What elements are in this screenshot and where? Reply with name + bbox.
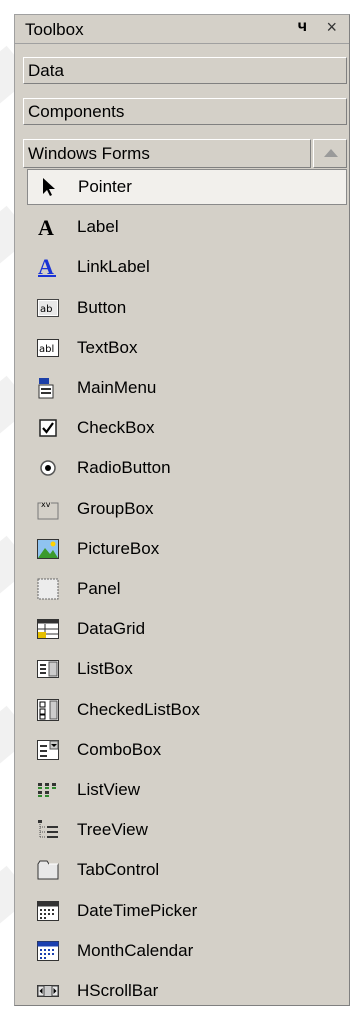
- toolbox-item-button[interactable]: ab Button: [27, 290, 343, 326]
- checkbox-icon: [37, 417, 59, 439]
- toolbox-item-label: RadioButton: [77, 458, 171, 478]
- toolbox-item-label: TextBox: [77, 337, 138, 357]
- pin-icon[interactable]: ч: [298, 18, 307, 36]
- toolbox-item-pointer[interactable]: Pointer: [27, 169, 347, 205]
- toolbox-item-label: TreeView: [77, 820, 148, 840]
- label-icon: A: [37, 216, 59, 238]
- toolbox-item-label: PictureBox: [77, 538, 160, 558]
- toolbox-item-tabcontrol[interactable]: TabControl: [27, 852, 343, 888]
- picturebox-icon: [37, 538, 59, 560]
- toolbox-item-monthcalendar[interactable]: MonthCalendar: [27, 933, 343, 969]
- toolbox-item-treeview[interactable]: TreeView: [27, 812, 343, 848]
- svg-text:ab: ab: [40, 304, 52, 315]
- close-icon[interactable]: ×: [326, 17, 337, 38]
- toolbox-item-picturebox[interactable]: PictureBox: [27, 531, 343, 567]
- listview-icon: [37, 779, 59, 801]
- svg-text:A: A: [38, 216, 54, 238]
- checkedlistbox-icon: [37, 698, 59, 721]
- svg-text:abl: abl: [39, 344, 54, 355]
- toolbox-item-label: ListBox: [77, 659, 133, 679]
- toolbox-item-hscrollbar[interactable]: HScrollBar: [27, 973, 343, 1009]
- toolbox-item-label: HScrollBar: [77, 981, 159, 1000]
- monthcalendar-icon: [37, 940, 59, 962]
- toolbox-title: Toolbox: [25, 20, 84, 39]
- toolbox-item-combobox[interactable]: ComboBox: [27, 732, 343, 768]
- svg-text:A: A: [38, 256, 54, 278]
- toolbox-item-label: ListView: [77, 780, 140, 799]
- textbox-icon: abl: [37, 337, 59, 359]
- toolbox-item-linklabel[interactable]: A LinkLabel: [27, 249, 343, 285]
- section-components[interactable]: Components: [23, 98, 347, 125]
- linklabel-icon: A: [37, 256, 59, 278]
- datagrid-icon: [37, 618, 59, 640]
- toolbox-item-listbox[interactable]: ListBox: [27, 651, 343, 687]
- tabcontrol-icon: [37, 859, 59, 881]
- toolbox-item-label: Pointer: [78, 177, 132, 196]
- listbox-icon: [37, 658, 59, 680]
- toolbox-item-label: DataGrid: [77, 619, 146, 639]
- toolbox-item-label[interactable]: A Label: [27, 209, 343, 245]
- toolbox-panel: Toolbox ч × Data Components Windows Form…: [14, 14, 350, 1006]
- radiobutton-icon: [37, 457, 59, 479]
- groupbox-icon: xv: [37, 498, 59, 520]
- toolbox-item-label: MainMenu: [77, 378, 157, 397]
- toolbox-item-label: CheckBox: [77, 418, 155, 438]
- toolbox-item-checkbox[interactable]: CheckBox: [27, 410, 343, 446]
- pointer-icon: [38, 176, 60, 198]
- toolbox-item-label: TabControl: [77, 860, 160, 880]
- scroll-up-button[interactable]: [313, 139, 347, 168]
- section-windows-forms[interactable]: Windows Forms: [23, 139, 311, 168]
- mainmenu-icon: [37, 377, 59, 399]
- toolbox-item-groupbox[interactable]: xv GroupBox: [27, 491, 343, 527]
- toolbox-item-label: LinkLabel: [77, 257, 150, 277]
- toolbox-item-label: Button: [77, 297, 127, 317]
- toolbox-item-label: ComboBox: [77, 739, 162, 759]
- toolbox-item-label: CheckedListBox: [77, 699, 200, 719]
- toolbox-item-label: GroupBox: [77, 498, 154, 518]
- toolbox-item-datagrid[interactable]: DataGrid: [27, 611, 343, 647]
- toolbox-item-datetimepicker[interactable]: DateTimePicker: [27, 893, 343, 929]
- datetimepicker-icon: [37, 900, 59, 922]
- toolbox-item-listview[interactable]: ListView: [27, 772, 343, 808]
- toolbox-item-mainmenu[interactable]: MainMenu: [27, 370, 343, 406]
- button-icon: ab: [37, 297, 59, 319]
- hscrollbar-icon: [37, 980, 59, 1002]
- toolbox-item-label: Panel: [77, 579, 121, 598]
- panel-icon: [37, 578, 59, 600]
- toolbox-item-label: DateTimePicker: [77, 900, 198, 920]
- svg-text:xv: xv: [41, 500, 51, 509]
- toolbox-item-checkedlistbox[interactable]: CheckedListBox: [27, 692, 343, 728]
- toolbox-titlebar: Toolbox ч ×: [15, 15, 349, 44]
- toolbox-item-panel[interactable]: Panel: [27, 571, 343, 607]
- toolbox-item-textbox[interactable]: abl TextBox: [27, 330, 343, 366]
- section-data[interactable]: Data: [23, 57, 347, 84]
- treeview-icon: [37, 819, 59, 841]
- toolbox-item-label: Label: [77, 217, 119, 237]
- toolbox-item-radiobutton[interactable]: RadioButton: [27, 450, 343, 486]
- combobox-icon: [37, 739, 59, 761]
- toolbox-item-label: MonthCalendar: [77, 940, 194, 960]
